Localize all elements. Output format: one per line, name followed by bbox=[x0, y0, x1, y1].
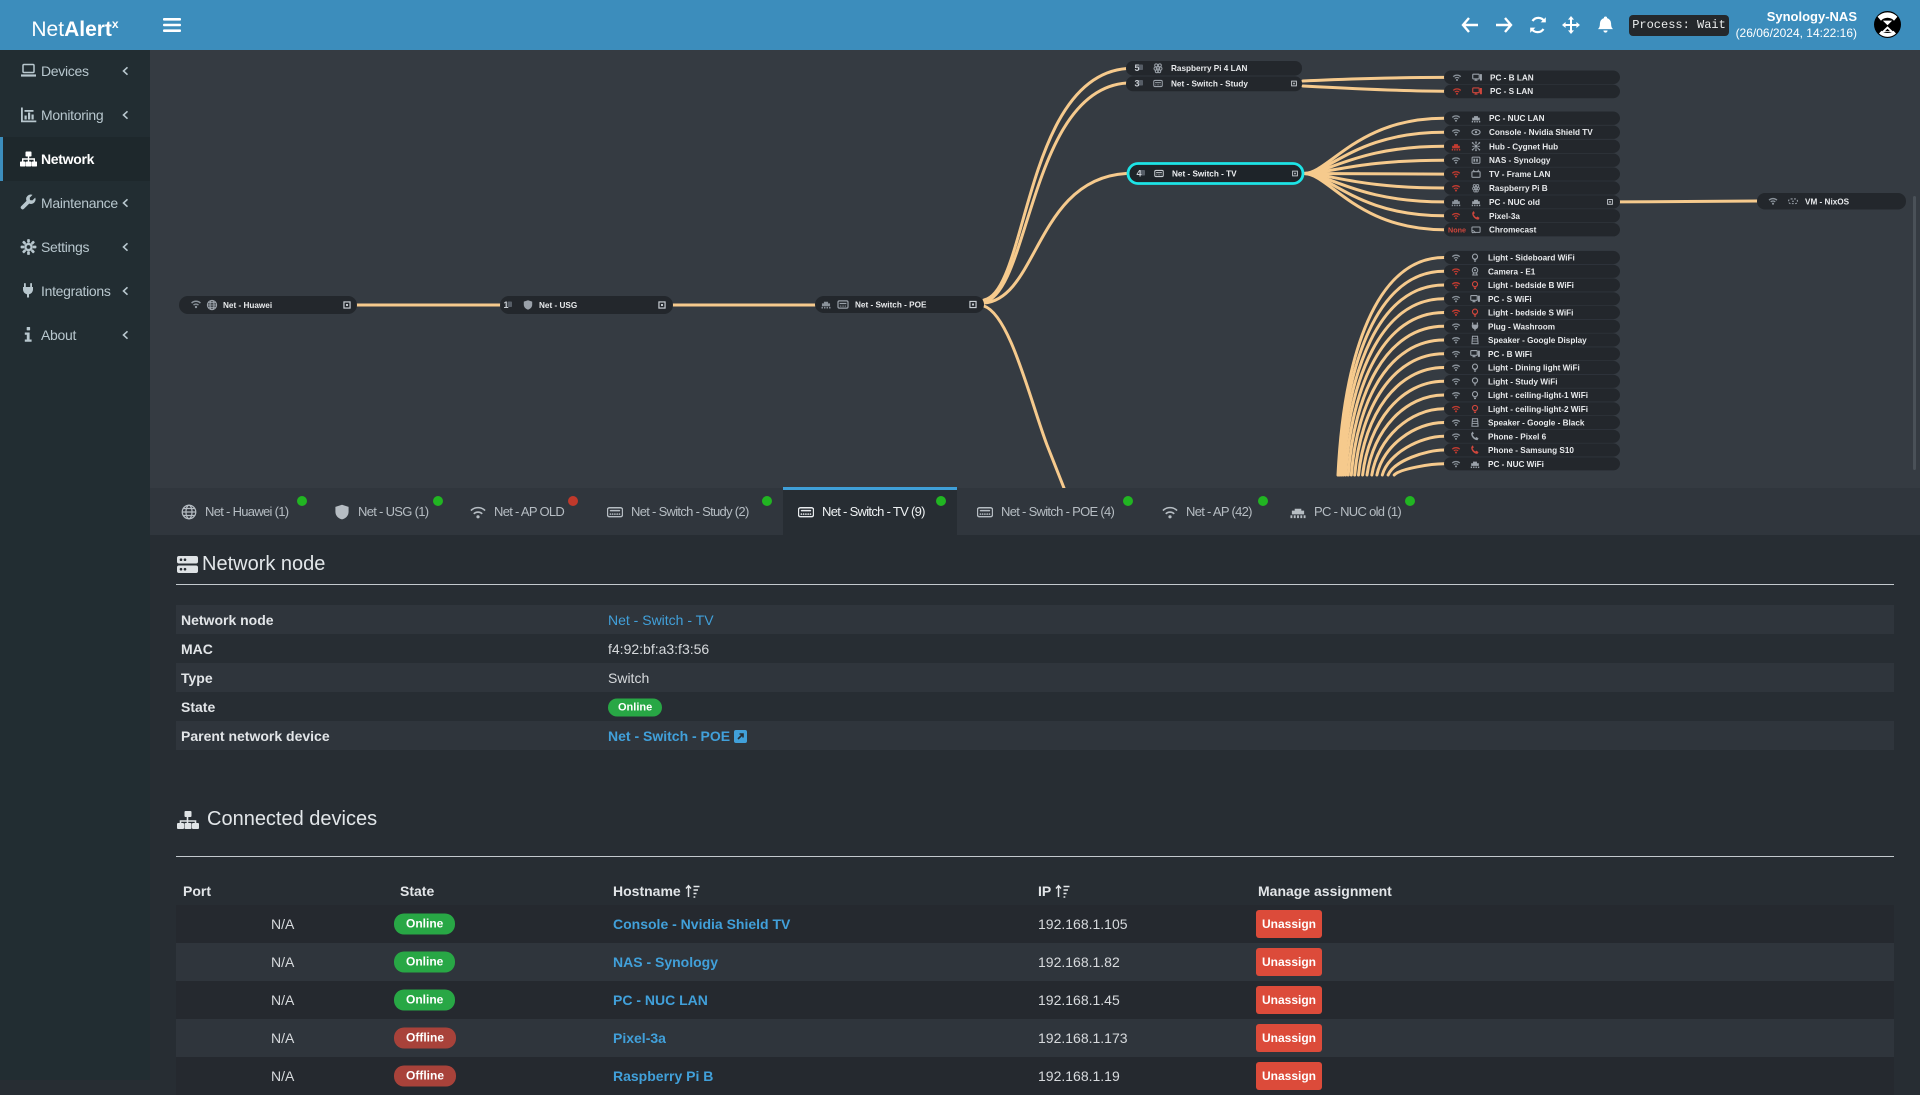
svg-text:Light - bedside S WiFi: Light - bedside S WiFi bbox=[1488, 309, 1573, 318]
svg-text:Hub - Cygnet Hub: Hub - Cygnet Hub bbox=[1489, 142, 1558, 151]
svg-text:Light - Dining light WiFi: Light - Dining light WiFi bbox=[1488, 364, 1580, 373]
svg-text:Light - Sideboard WiFi: Light - Sideboard WiFi bbox=[1488, 254, 1575, 263]
svg-text:Net - Huawei: Net - Huawei bbox=[223, 301, 272, 310]
svg-text:PC - NUC LAN: PC - NUC LAN bbox=[1489, 114, 1545, 123]
svg-text:5: 5 bbox=[1135, 63, 1140, 73]
svg-text:4: 4 bbox=[1137, 169, 1142, 179]
svg-text:Net - Switch - TV: Net - Switch - TV bbox=[1172, 170, 1237, 179]
svg-text:Console - Nvidia Shield TV: Console - Nvidia Shield TV bbox=[1489, 128, 1593, 137]
svg-text:1: 1 bbox=[504, 300, 509, 310]
svg-text:Light - Study WiFi: Light - Study WiFi bbox=[1488, 377, 1558, 386]
svg-text:Raspberry Pi 4 LAN: Raspberry Pi 4 LAN bbox=[1171, 64, 1248, 73]
svg-text:TV - Frame LAN: TV - Frame LAN bbox=[1489, 170, 1551, 179]
svg-text:PC - S LAN: PC - S LAN bbox=[1490, 87, 1533, 96]
svg-text:PC - B WiFi: PC - B WiFi bbox=[1488, 350, 1532, 359]
svg-text:Plug - Washroom: Plug - Washroom bbox=[1488, 322, 1555, 331]
svg-text:Light - ceiling-light-2 WiFi: Light - ceiling-light-2 WiFi bbox=[1488, 405, 1588, 414]
svg-text:Chromecast: Chromecast bbox=[1489, 226, 1537, 235]
svg-text:None: None bbox=[1448, 226, 1466, 235]
svg-text:Pixel-3a: Pixel-3a bbox=[1489, 212, 1520, 221]
svg-text:3: 3 bbox=[1135, 79, 1140, 89]
svg-text:Phone - Pixel 6: Phone - Pixel 6 bbox=[1488, 432, 1547, 441]
svg-text:PC - B LAN: PC - B LAN bbox=[1490, 73, 1534, 82]
svg-text:PC - NUC WiFi: PC - NUC WiFi bbox=[1488, 460, 1544, 469]
svg-text:Net - Switch - Study: Net - Switch - Study bbox=[1171, 80, 1248, 89]
svg-text:Light - bedside B WiFi: Light - bedside B WiFi bbox=[1488, 281, 1574, 290]
svg-text:PC - S WiFi: PC - S WiFi bbox=[1488, 295, 1532, 304]
svg-text:Net - Switch - POE: Net - Switch - POE bbox=[855, 301, 927, 310]
svg-text:Camera - E1: Camera - E1 bbox=[1488, 267, 1536, 276]
svg-text:Speaker - Google - Black: Speaker - Google - Black bbox=[1488, 419, 1585, 428]
svg-text:NAS - Synology: NAS - Synology bbox=[1489, 156, 1551, 165]
svg-text:Net - USG: Net - USG bbox=[539, 301, 577, 310]
svg-text:Phone - Samsung S10: Phone - Samsung S10 bbox=[1488, 446, 1574, 455]
svg-text:Speaker - Google Display: Speaker - Google Display bbox=[1488, 336, 1587, 345]
svg-text:VM - NixOS: VM - NixOS bbox=[1805, 197, 1850, 206]
svg-text:Light - ceiling-light-1 WiFi: Light - ceiling-light-1 WiFi bbox=[1488, 391, 1588, 400]
svg-text:Raspberry Pi B: Raspberry Pi B bbox=[1489, 184, 1548, 193]
svg-text:PC - NUC old: PC - NUC old bbox=[1489, 198, 1540, 207]
